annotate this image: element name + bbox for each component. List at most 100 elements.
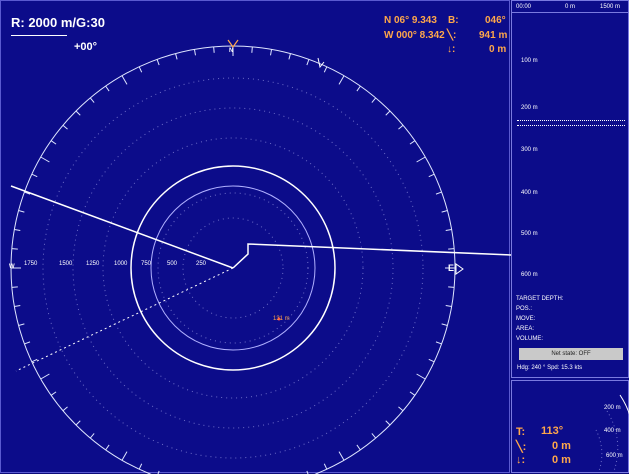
mini-t-value: 113° [541,425,564,437]
mini-arc-inner [595,429,603,472]
east-label: E [448,263,455,273]
volume-label: VOLUME: [516,336,544,342]
mini-radar-panel[interactable]: 200 m 400 m 600 m T: 113° ╲: 0 m ↓: 0 m [511,380,629,473]
bearing-tick [105,85,110,92]
bearing-tick [385,420,391,426]
bearing-tick [338,451,345,461]
bearing-tick [385,110,391,116]
bearing-tick [409,140,416,145]
mini-t-label: T: [516,426,526,438]
depth-500: 500 m [521,231,538,237]
bearing-tick [371,433,377,439]
bearing-tick [14,228,21,231]
bearing-tick [75,420,81,426]
bearing-tick [75,110,81,116]
heading-offset: +00° [74,41,98,53]
bearing-tick [441,210,448,213]
depth-200: 200 m [521,105,538,111]
bearing-tick [428,358,435,363]
mini-slant-value: 0 m [552,440,571,452]
ring-label-500: 500 [167,261,178,267]
bearing-tick [398,124,404,130]
depth-100: 100 m [521,58,538,64]
echo-sounder-panel[interactable]: 00:00 0 m 1500 m 100 m 200 m 300 m 400 m… [511,0,629,378]
radar-display[interactable] [1,1,511,474]
bearing-tick [323,66,328,73]
bearing-tick [435,341,442,345]
bearing-tick [356,444,361,451]
bearing-tick [251,46,253,53]
bearing-tick [441,323,448,326]
bearing-tick [435,191,442,195]
echo-header-divider [512,12,629,13]
slant-value: 941 m [479,30,508,41]
bearing-tick [175,53,178,60]
mini-depth-label: ↓: [516,454,526,466]
latitude: N 06° 9.343 [384,15,437,26]
bearing-line [15,267,234,372]
bearing-tick [14,305,21,308]
bearing-tick [24,341,31,345]
depth-value: 0 m [489,44,507,55]
bearing-tick [18,323,25,326]
bearing-value: 046° [485,15,506,26]
ring-label-1500: 1500 [59,261,73,267]
bearing-tick [89,433,95,439]
depth-300: 300 m [521,147,538,153]
side-panel: 00:00 0 m 1500 m 100 m 200 m 300 m 400 m… [511,0,629,473]
max-label: 1500 m [600,4,621,10]
bearing-tick [193,49,196,56]
bearing-tick [18,210,25,213]
bearing-tick [121,451,128,461]
ring-label-1750: 1750 [24,261,38,267]
bearing-tick [138,463,143,470]
longitude: W 000° 8.342 [384,30,445,41]
bearing-tick [213,46,215,53]
bearing-label: B: [448,15,459,26]
bearing-tick [323,463,328,470]
bearing-tick [89,97,95,103]
ring-label-250: 250 [196,261,207,267]
ring-label-1250: 1250 [86,261,100,267]
depth-400: 400 m [521,190,538,196]
bearing-tick [31,173,38,178]
bearing-tick [416,156,426,163]
bearing-tick [448,248,455,250]
mini-scale-600: 600 m [606,453,623,459]
range-gain-label: R: 2000 m/G:30 [11,15,105,30]
bearing-tick [11,248,18,250]
mini-arc-outer [619,394,629,415]
bearing-tick [50,391,57,396]
net-state-button[interactable]: Net state: OFF [519,348,623,360]
east-arrow-icon [455,263,464,275]
bearing-tick [416,373,426,380]
range-underline [11,35,67,36]
west-label: W [9,264,15,270]
bearing-tick [306,59,310,66]
pos-label: POS.: [516,306,533,312]
heading-speed: Hdg: 240 ° Spd: 15.3 kts [517,365,583,371]
bearing-tick [398,406,404,412]
bearing-tick [448,286,455,288]
bearing-tick [31,358,38,363]
bearing-tick [40,156,50,163]
north-label: N [229,48,234,54]
bearing-tick [40,373,50,380]
time-label: 00:00 [516,4,532,10]
bearing-tick [156,59,160,66]
bearing-tick [62,124,68,130]
mini-scale-400: 400 m [604,428,621,434]
depth-600: 600 m [521,272,538,278]
bearing-tick [288,53,291,60]
outer-range-ring [10,45,456,474]
radar-panel[interactable]: R: 2000 m/G:30 +00° N 06° 9.343 B: 046° … [0,0,511,474]
ring-label-1000: 1000 [114,261,128,267]
ring-label-750: 750 [141,261,152,267]
target-depth-label: TARGET DEPTH: [516,296,564,302]
bearing-tick [356,85,361,92]
target-distance: 131 m [273,316,290,322]
bearing-tick [338,75,345,85]
bearing-tick [50,140,57,145]
bearing-tick [62,406,68,412]
mini-scale-200: 200 m [604,405,621,411]
